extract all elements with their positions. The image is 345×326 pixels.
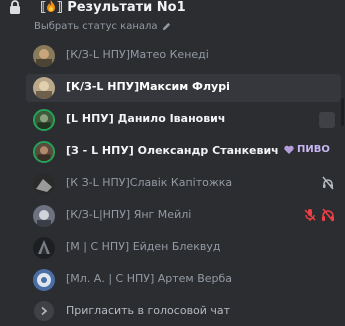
avatar bbox=[33, 45, 55, 67]
voice-member[interactable]: [К З-L НПУ]Славік Капітожка bbox=[26, 170, 341, 198]
avatar bbox=[33, 237, 55, 259]
avatar bbox=[33, 77, 55, 99]
member-badge-text: ПИВО bbox=[297, 144, 330, 155]
voice-member[interactable]: [К/З-L НПУ]Максим Флурі bbox=[26, 74, 341, 102]
voice-channel-header[interactable]: ⟦ ⟧ Результати No1 bbox=[0, 0, 345, 18]
member-name: [К/З-L НПУ]Матео Кенеді bbox=[66, 48, 209, 61]
avatar bbox=[33, 173, 55, 195]
muted-mic-icon bbox=[304, 209, 316, 221]
channel-status-placeholder: Выбрать статус канала bbox=[34, 20, 158, 32]
invite-label: Пригласить в голосовой чат bbox=[66, 304, 231, 317]
invite-circle bbox=[34, 301, 54, 321]
member-name: [К/З-L|НПУ] Янг Мейлі bbox=[66, 208, 192, 221]
voice-member[interactable]: [L НПУ] Данило Іванович bbox=[26, 106, 341, 134]
voice-member[interactable]: [Мл. А. | С НПУ] Артем Верба bbox=[26, 266, 341, 294]
avatar bbox=[33, 141, 55, 163]
channel-name-suffix: ⟧ Результати No1 bbox=[56, 0, 186, 15]
invite-to-voice-button[interactable]: Пригласить в голосовой чат bbox=[26, 297, 341, 325]
square-icon bbox=[319, 112, 335, 128]
heart-icon bbox=[284, 145, 294, 154]
deafened-icon bbox=[322, 176, 334, 190]
voice-member[interactable]: [К/З-L НПУ]Матео Кенеді bbox=[26, 42, 341, 70]
pencil-icon bbox=[162, 22, 170, 30]
member-name: [З - L НПУ] Олександр Станкевич bbox=[66, 144, 279, 157]
member-name: [К З-L НПУ]Славік Капітожка bbox=[66, 176, 233, 189]
fire-icon bbox=[47, 0, 56, 12]
lock-icon bbox=[10, 0, 20, 14]
member-name: [L НПУ] Данило Іванович bbox=[66, 112, 226, 125]
voice-member[interactable]: [З - L НПУ] Олександр Станкевич ПИВО bbox=[26, 138, 341, 166]
avatar bbox=[33, 269, 55, 291]
member-name: [Мл. А. | С НПУ] Артем Верба bbox=[66, 272, 233, 285]
member-name: [К/З-L НПУ]Максим Флурі bbox=[66, 80, 230, 93]
scrollbar[interactable] bbox=[341, 98, 344, 126]
channel-name: ⟦ ⟧ Результати No1 bbox=[40, 0, 186, 15]
member-badge: ПИВО bbox=[284, 144, 330, 155]
channel-status-button[interactable]: Выбрать статус канала bbox=[34, 19, 171, 33]
voice-member[interactable]: [М | С НПУ] Ейден Блеквуд bbox=[26, 234, 341, 262]
member-name: [М | С НПУ] Ейден Блеквуд bbox=[66, 240, 221, 253]
voice-member[interactable]: [К/З-L|НПУ] Янг Мейлі bbox=[26, 202, 341, 230]
chevron-right-icon bbox=[41, 306, 48, 316]
avatar bbox=[33, 109, 55, 131]
avatar bbox=[33, 205, 55, 227]
headphones-off-icon bbox=[322, 208, 334, 222]
